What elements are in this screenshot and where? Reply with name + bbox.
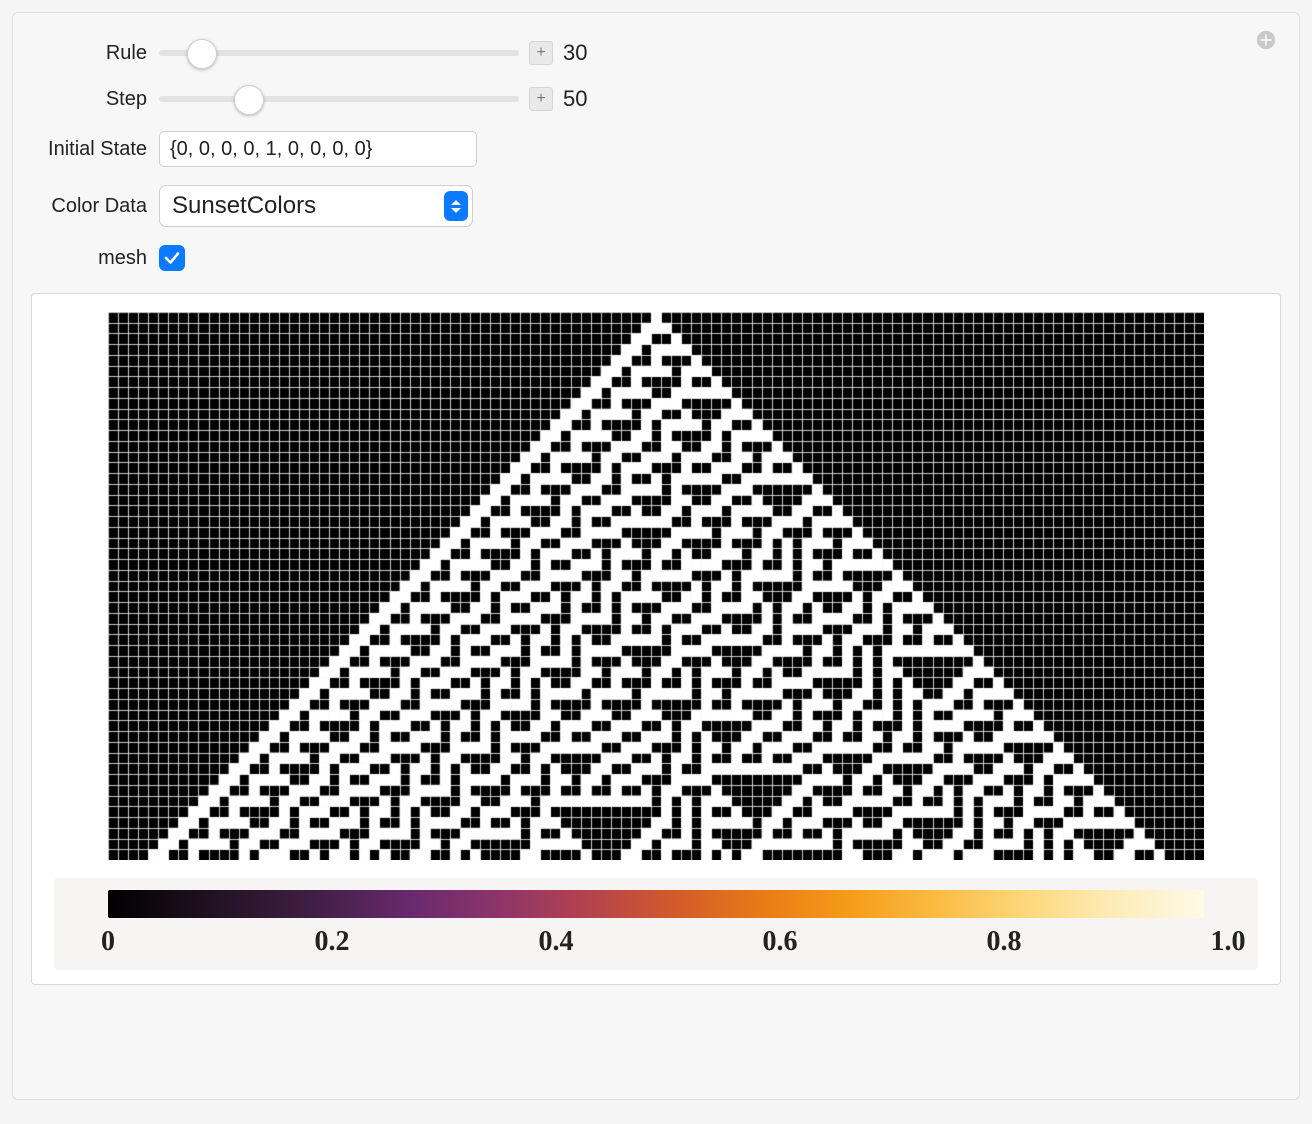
step-row: Step + 50: [39, 85, 1273, 113]
automaton-plot: [108, 312, 1204, 860]
controls-area: Rule + 30 Step +: [31, 31, 1281, 283]
step-value: 50: [563, 86, 603, 112]
plus-circle-icon: [1255, 29, 1277, 51]
legend-tick: 0.4: [539, 926, 574, 958]
plus-icon: +: [536, 90, 545, 108]
rule-label: Rule: [39, 42, 147, 65]
rule-row: Rule + 30: [39, 39, 1273, 67]
mesh-row: mesh: [39, 245, 1273, 271]
panel-expand-button[interactable]: [1255, 29, 1277, 51]
rule-slider[interactable]: [159, 39, 519, 67]
color-row: Color Data SunsetColors: [39, 185, 1273, 227]
initial-label: Initial State: [39, 138, 147, 161]
legend-tick: 0.6: [763, 926, 798, 958]
legend-tick: 0.2: [315, 926, 350, 958]
color-legend: 0 0.2 0.4 0.6 0.8 1.0: [54, 878, 1258, 970]
legend-ticks: 0 0.2 0.4 0.6 0.8 1.0: [66, 926, 1246, 960]
step-label: Step: [39, 88, 147, 111]
plus-icon: +: [536, 44, 545, 62]
mesh-checkbox[interactable]: [159, 245, 185, 271]
rule-slider-expand[interactable]: +: [529, 41, 553, 65]
color-label: Color Data: [39, 195, 147, 218]
rule-value: 30: [563, 40, 603, 66]
initial-state-input[interactable]: [159, 131, 477, 167]
legend-tick: 1.0: [1211, 926, 1246, 958]
rule-slider-thumb[interactable]: [187, 39, 217, 69]
initial-row: Initial State: [39, 131, 1273, 167]
rule-slider-wrap: + 30: [159, 39, 603, 67]
step-slider[interactable]: [159, 85, 519, 113]
automaton-canvas: [108, 312, 1204, 860]
output-pane: 0 0.2 0.4 0.6 0.8 1.0: [31, 293, 1281, 985]
legend-gradient: [108, 890, 1204, 918]
manipulate-panel: Rule + 30 Step +: [12, 12, 1300, 1100]
legend-tick: 0: [101, 926, 115, 958]
step-slider-wrap: + 50: [159, 85, 603, 113]
color-data-value: SunsetColors: [172, 192, 316, 220]
step-slider-thumb[interactable]: [234, 85, 264, 115]
chevron-up-down-icon: [444, 191, 468, 221]
mesh-label: mesh: [39, 247, 147, 270]
legend-tick: 0.8: [987, 926, 1022, 958]
color-data-select[interactable]: SunsetColors: [159, 185, 473, 227]
step-slider-expand[interactable]: +: [529, 87, 553, 111]
check-icon: [163, 249, 181, 267]
